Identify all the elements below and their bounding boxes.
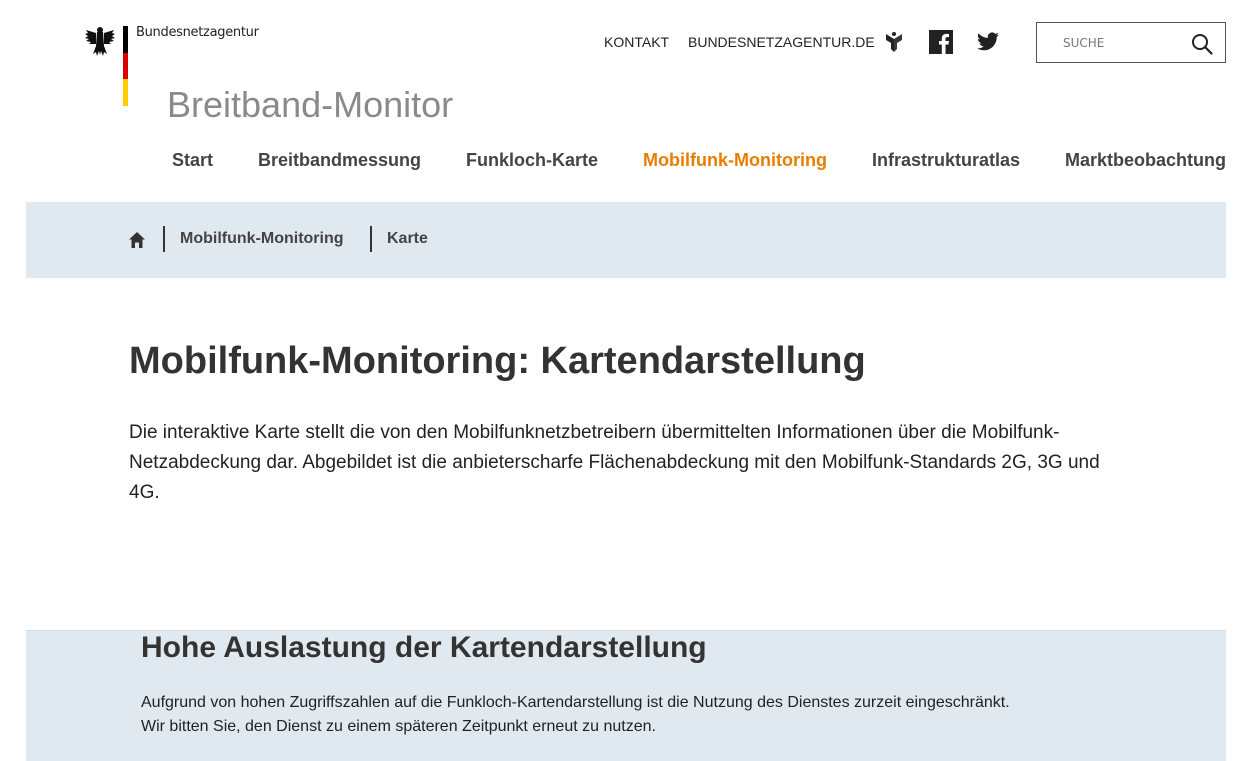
search-input[interactable] [1049, 31, 1184, 55]
bundesnetzagentur-link[interactable]: BUNDESNETZAGENTUR.DE [688, 34, 875, 54]
nav-mobilfunk-monitoring[interactable]: Mobilfunk-Monitoring [643, 150, 827, 171]
facebook-icon[interactable] [929, 30, 953, 54]
breadcrumb-separator [370, 226, 372, 252]
notice-title: Hohe Auslastung der Kartendarstellung [141, 631, 707, 664]
page-title: Mobilfunk-Monitoring: Kartendarstellung [129, 340, 866, 382]
nav-marktbeobachtung[interactable]: Marktbeobachtung [1065, 150, 1226, 171]
mastodon-icon[interactable] [882, 30, 906, 54]
notice-box: Hohe Auslastung der Kartendarstellung Au… [26, 630, 1226, 761]
breadcrumb: Mobilfunk-Monitoring Karte [26, 202, 1226, 278]
nav-breitbandmessung[interactable]: Breitbandmessung [258, 150, 421, 171]
intro-text: Die interaktive Karte stellt die von den… [129, 422, 1100, 503]
federal-eagle-icon [85, 27, 115, 56]
nav-start[interactable]: Start [172, 150, 213, 171]
site-title[interactable]: Breitband-Monitor [167, 84, 453, 126]
search-icon[interactable] [1191, 33, 1213, 55]
notice-line: Wir bitten Sie, den Dienst zu einem spät… [141, 718, 656, 735]
kontakt-link[interactable]: KONTAKT [604, 34, 669, 54]
german-flag-bar [123, 26, 128, 106]
notice-text: Aufgrund von hohen Zugriffszahlen auf di… [141, 691, 1010, 739]
notice-line: Aufgrund von hohen Zugriffszahlen auf di… [141, 694, 1010, 711]
nav-funkloch-karte[interactable]: Funkloch-Karte [466, 150, 598, 171]
breadcrumb-item-karte: Karte [387, 230, 428, 247]
nav-infrastrukturatlas[interactable]: Infrastrukturatlas [872, 150, 1020, 171]
site-header: Bundesnetzagentur Breitband-Monitor KONT… [0, 0, 1238, 202]
search-box [1036, 22, 1226, 63]
twitter-icon[interactable] [976, 30, 1000, 54]
breadcrumb-item-mobilfunk-monitoring[interactable]: Mobilfunk-Monitoring [180, 230, 344, 248]
breadcrumb-separator [163, 226, 165, 252]
agency-name: Bundesnetzagentur [136, 25, 259, 40]
home-icon[interactable] [128, 231, 146, 249]
